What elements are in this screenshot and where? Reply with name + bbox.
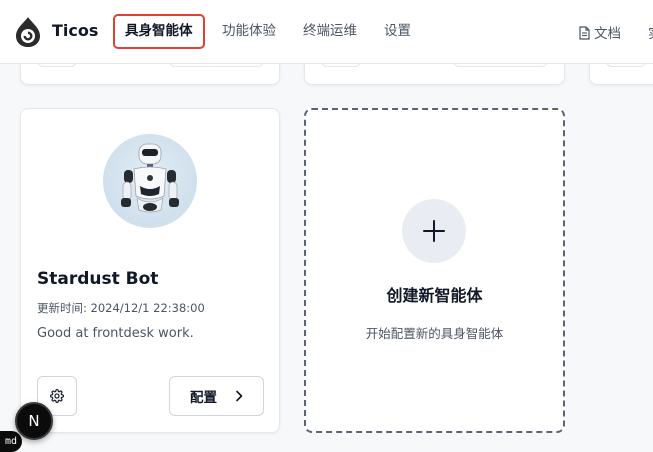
nav-terminal-ops[interactable]: 终端运维 xyxy=(303,14,357,49)
config-button-label: 配置 xyxy=(190,390,217,406)
top-nav-bar: Ticos 具身智能体 功能体验 终端运维 设置 文档 实 xyxy=(0,0,653,64)
agent-updated-time: 更新时间: 2024/12/1 22:38:00 xyxy=(37,301,205,315)
create-agent-card[interactable]: 创建新智能体 开始配置新的具身智能体 xyxy=(304,108,565,433)
nav-embodied-agents[interactable]: 具身智能体 xyxy=(113,14,205,49)
agent-config-button[interactable]: 配置 xyxy=(169,376,264,416)
add-agent-button[interactable] xyxy=(402,199,466,263)
nextjs-indicator-button[interactable]: N xyxy=(15,402,53,440)
agent-card[interactable]: Stardust Bot 更新时间: 2024/12/1 22:38:00 Go… xyxy=(20,108,280,433)
robot-image xyxy=(121,143,179,213)
chevron-right-icon xyxy=(236,390,243,402)
gear-icon xyxy=(50,389,64,403)
md-badge[interactable]: md xyxy=(0,431,22,452)
nav-settings[interactable]: 设置 xyxy=(384,14,411,49)
nav-cut-off-item[interactable]: 实 xyxy=(648,22,653,42)
agent-description: Good at frontdesk work. xyxy=(37,326,194,341)
document-icon xyxy=(579,26,590,40)
agent-name: Stardust Bot xyxy=(37,269,159,289)
create-agent-subtitle: 开始配置新的具身智能体 xyxy=(365,326,504,341)
plus-icon xyxy=(423,220,445,242)
robot-avatar xyxy=(103,134,197,228)
nav-feature-experience[interactable]: 功能体验 xyxy=(222,14,276,49)
ticos-logo-icon[interactable] xyxy=(14,16,42,48)
brand-name[interactable]: Ticos xyxy=(52,21,98,40)
docs-link[interactable]: 文档 xyxy=(578,22,621,42)
create-agent-title: 创建新智能体 xyxy=(386,286,483,305)
docs-link-label: 文档 xyxy=(594,26,621,42)
